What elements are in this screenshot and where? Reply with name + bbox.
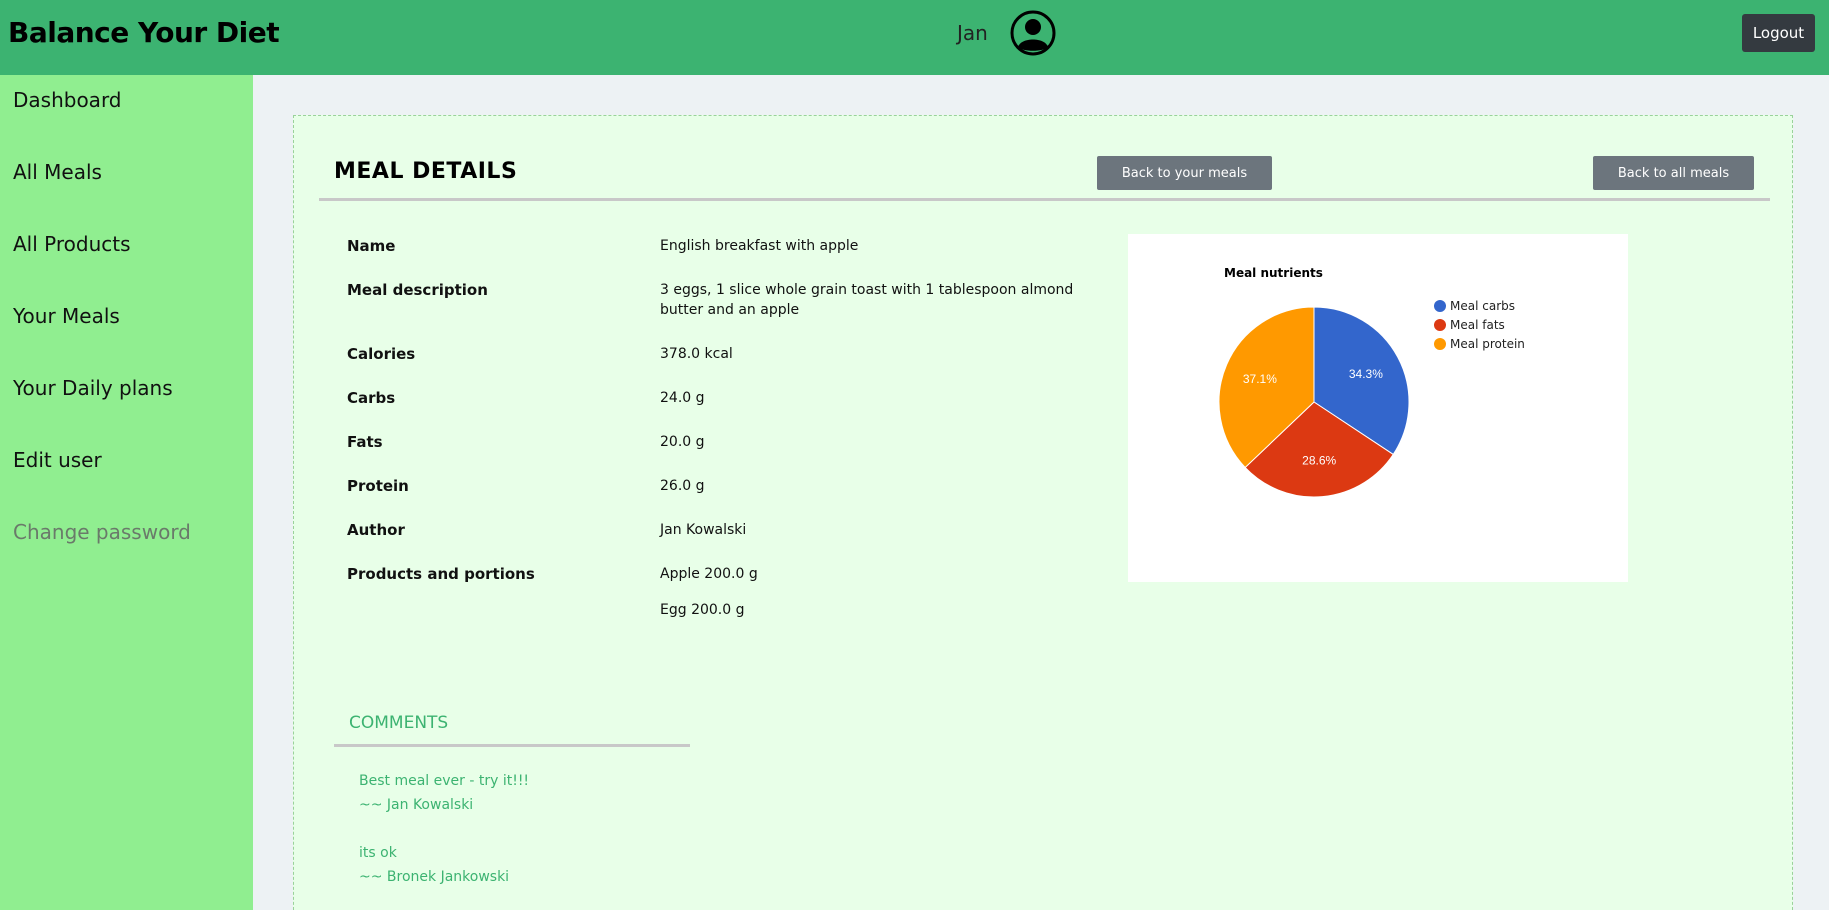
legend-item-fats: Meal fats (1434, 318, 1505, 332)
sidebar: Dashboard All Meals All Products Your Me… (0, 75, 253, 910)
back-to-your-meals-button[interactable]: Back to your meals (1097, 156, 1272, 190)
carbs-label: Carbs (347, 389, 396, 407)
sidebar-item-all-products[interactable]: All Products (13, 232, 131, 256)
name-label: Name (347, 237, 396, 255)
protein-value: 26.0 g (660, 478, 705, 494)
comment-author: ~~ Jan Kowalski (359, 797, 474, 813)
comments-title: COMMENTS (349, 713, 449, 733)
page-title: MEAL DETAILS (334, 159, 518, 184)
name-value: English breakfast with apple (660, 238, 859, 254)
title-divider (319, 198, 1770, 201)
sidebar-item-all-meals[interactable]: All Meals (13, 160, 102, 184)
top-navbar: Balance Your Diet Jan Logout (0, 0, 1829, 75)
sidebar-item-change-password[interactable]: Change password (13, 520, 191, 544)
meal-nutrients-chart: Meal nutrients 34.3% 28.6% 37.1% Meal carb… (1128, 234, 1628, 582)
fats-value: 20.0 g (660, 434, 705, 450)
calories-label: Calories (347, 345, 416, 363)
protein-label: Protein (347, 477, 409, 495)
sidebar-item-daily-plans[interactable]: Your Daily plans (13, 376, 173, 400)
user-avatar-icon[interactable] (1009, 9, 1057, 57)
brand-title[interactable]: Balance Your Diet (8, 16, 280, 49)
meal-details-card: MEAL DETAILS Back to your meals Back to … (293, 115, 1793, 910)
user-name: Jan (957, 21, 988, 45)
legend-swatch-fats (1434, 319, 1446, 331)
legend-swatch-carbs (1434, 300, 1446, 312)
comment-text: its ok (359, 845, 397, 861)
legend-swatch-protein (1434, 338, 1446, 350)
pie-slice-label: 37.1% (1243, 372, 1277, 386)
legend-label: Meal fats (1450, 318, 1505, 332)
pie-slice-label: 28.6% (1302, 454, 1336, 468)
comment-text: Best meal ever - try it!!! (359, 773, 530, 789)
sidebar-item-your-meals[interactable]: Your Meals (13, 304, 120, 328)
sidebar-item-dashboard[interactable]: Dashboard (13, 88, 122, 112)
legend-item-carbs: Meal carbs (1434, 299, 1515, 313)
pie-slice-label: 34.3% (1349, 367, 1383, 381)
fats-label: Fats (347, 433, 383, 451)
legend-item-protein: Meal protein (1434, 337, 1525, 351)
description-value: 3 eggs, 1 slice whole grain toast with 1… (660, 282, 1074, 318)
product-item: Apple 200.0 g (660, 566, 758, 582)
back-to-all-meals-button[interactable]: Back to all meals (1593, 156, 1754, 190)
products-label: Products and portions (347, 565, 535, 583)
calories-value: 378.0 kcal (660, 346, 733, 362)
sidebar-item-edit-user[interactable]: Edit user (13, 448, 102, 472)
author-label: Author (347, 521, 405, 539)
comments-divider (334, 744, 690, 747)
legend-label: Meal protein (1450, 337, 1525, 351)
carbs-value: 24.0 g (660, 390, 705, 406)
product-item: Egg 200.0 g (660, 602, 745, 618)
logout-button[interactable]: Logout (1742, 14, 1815, 52)
author-value: Jan Kowalski (660, 522, 747, 538)
description-label: Meal description (347, 281, 488, 299)
pie-chart: 34.3% 28.6% 37.1% (1218, 306, 1410, 498)
comment-author: ~~ Bronek Jankowski (359, 869, 510, 885)
legend-label: Meal carbs (1450, 299, 1515, 313)
